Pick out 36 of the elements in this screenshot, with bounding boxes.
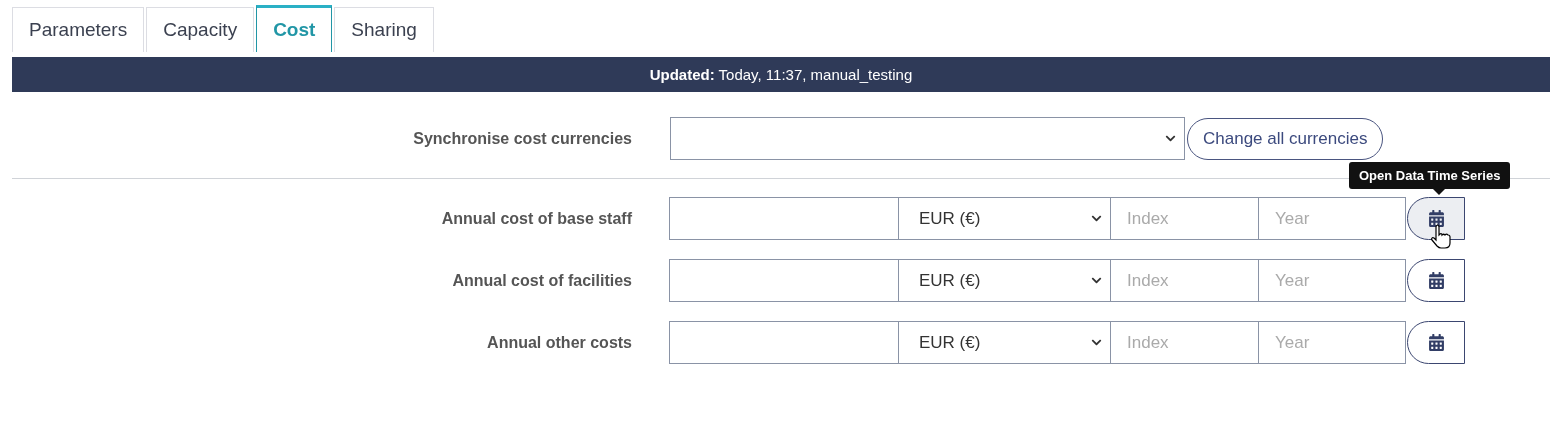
- calendar-icon: [1427, 272, 1445, 289]
- chevron-down-icon: [1091, 213, 1102, 224]
- field-label: Annual other costs: [486, 333, 632, 352]
- chevron-down-icon: [1165, 133, 1176, 144]
- tab[interactable]: Cost: [256, 5, 333, 52]
- currency-select[interactable]: EUR (€): [898, 321, 1111, 364]
- index-field[interactable]: Index: [1110, 259, 1259, 302]
- field-label: Annual cost of base staff: [440, 209, 632, 228]
- currency-select[interactable]: EUR (€): [898, 197, 1111, 240]
- field-label: Synchronise cost currencies: [412, 129, 632, 148]
- amount-field[interactable]: [669, 321, 899, 364]
- index-field[interactable]: Index: [1110, 321, 1259, 364]
- time-series-button[interactable]: [1407, 259, 1465, 302]
- currency-select[interactable]: EUR (€): [898, 259, 1111, 302]
- chevron-down-icon: [1091, 275, 1102, 286]
- tooltip-arrow-icon: [1433, 189, 1445, 195]
- time-series-button[interactable]: [1407, 197, 1465, 240]
- tab[interactable]: Capacity: [146, 7, 255, 52]
- amount-field[interactable]: [669, 259, 899, 302]
- calendar-icon: [1427, 210, 1445, 227]
- index-field[interactable]: Index: [1110, 197, 1259, 240]
- update-banner: Updated: Today, 11:37, manual_testing: [12, 57, 1550, 92]
- year-field[interactable]: Year: [1258, 197, 1406, 240]
- change-currencies-button[interactable]: Change all currencies: [1187, 117, 1384, 160]
- hand-cursor-icon: [1431, 223, 1453, 249]
- amount-field[interactable]: [669, 197, 899, 240]
- chevron-down-icon: [1091, 337, 1102, 348]
- currency-select[interactable]: [670, 117, 1185, 160]
- field-label: Annual cost of facilities: [451, 271, 632, 290]
- year-field[interactable]: Year: [1258, 321, 1406, 364]
- tab[interactable]: Parameters: [12, 7, 145, 52]
- calendar-icon: [1427, 334, 1445, 351]
- tooltip: Open Data Time Series: [1349, 162, 1511, 189]
- year-field[interactable]: Year: [1258, 259, 1406, 302]
- time-series-button[interactable]: [1407, 321, 1465, 364]
- tab[interactable]: Sharing: [334, 7, 434, 52]
